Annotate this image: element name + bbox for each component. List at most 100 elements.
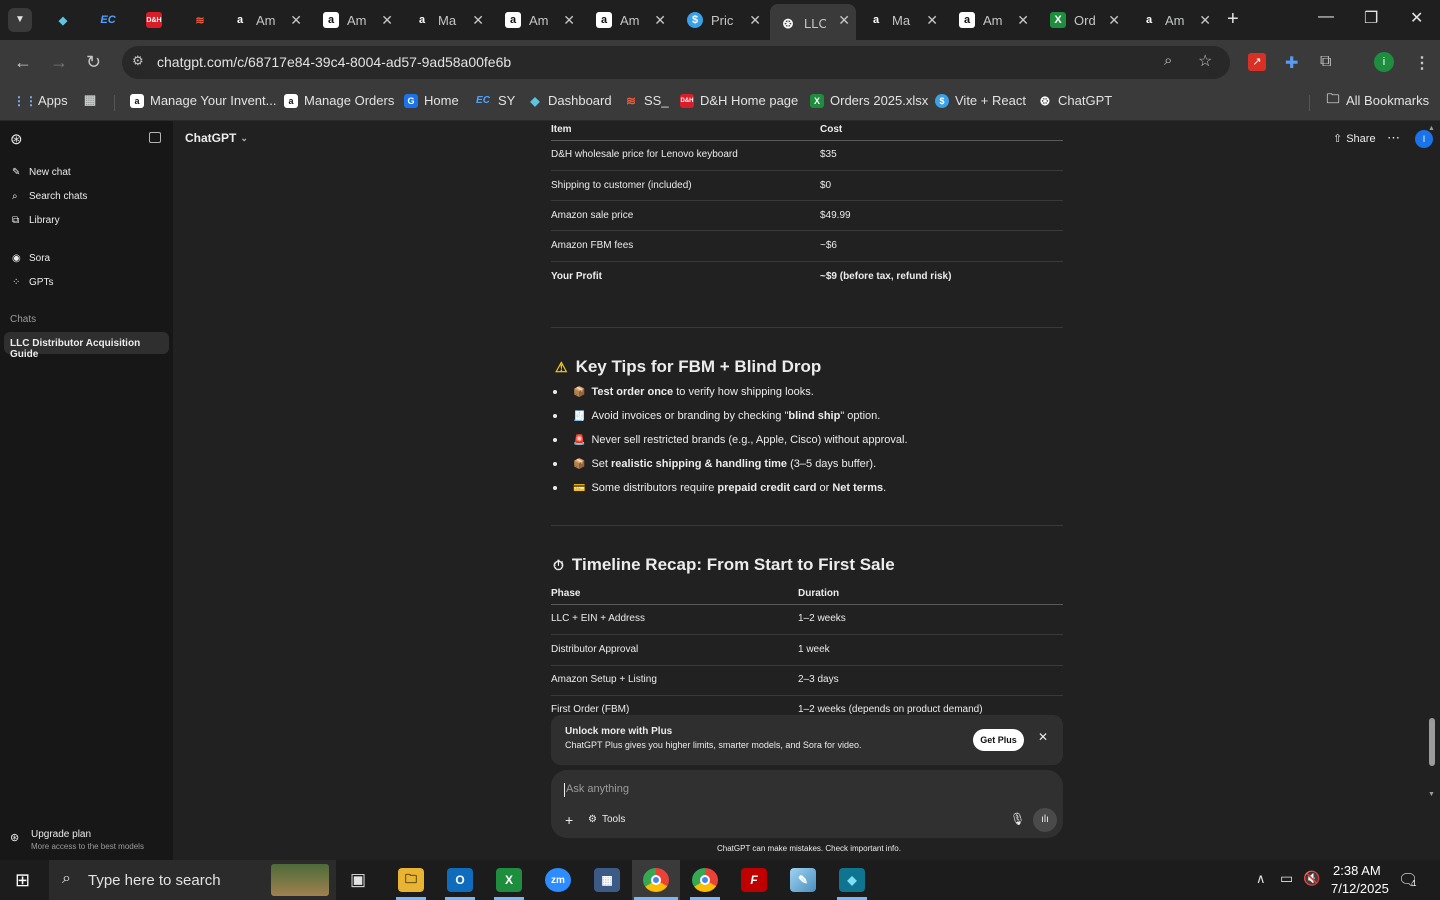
tab-pricing[interactable]: $ Pric ✕ [677, 6, 767, 34]
all-bookmarks[interactable]: 🗀 All Bookmarks [1326, 91, 1429, 109]
model-selector[interactable]: ChatGPT ⌄ [185, 131, 248, 145]
library-button[interactable]: ⧉ Library [12, 215, 60, 226]
site-info-icon[interactable]: ⚙ [132, 53, 144, 69]
filezilla-icon[interactable]: F [741, 868, 767, 892]
bookmark-home[interactable]: G Home [404, 93, 459, 108]
forward-button[interactable]: → [50, 52, 68, 73]
dollar-icon: $ [935, 93, 949, 108]
tab-amazon-3[interactable]: a Ma ✕ [404, 6, 490, 34]
chat-list-item-active[interactable]: LLC Distributor Acquisition Guide [4, 332, 169, 360]
bookmark-vite-react[interactable]: $ Vite + React [935, 93, 1026, 108]
tab-stack[interactable]: ≋ [182, 6, 220, 34]
tab-amazon-5[interactable]: a Am ✕ [586, 6, 672, 34]
tab-chatgpt-active[interactable]: ⊛ LLC ✕ [770, 4, 856, 40]
tab-amazon-7[interactable]: a Am ✕ [949, 6, 1035, 34]
tab-amazon-2[interactable]: a Am ✕ [313, 6, 399, 34]
tab-ec[interactable]: EC [90, 6, 128, 34]
network-icon[interactable]: ▭ [1280, 870, 1293, 887]
add-attachment-icon[interactable]: + [565, 812, 573, 828]
tab-amazon-8[interactable]: a Am ✕ [1131, 6, 1217, 34]
reload-button[interactable]: ↻ [86, 52, 101, 73]
close-tab-icon[interactable]: ✕ [290, 12, 302, 29]
more-options-icon[interactable]: ⋯ [1387, 130, 1400, 146]
back-button[interactable]: ← [14, 52, 32, 73]
bookmark-chatgpt[interactable]: ⊛ ChatGPT [1038, 93, 1113, 109]
scrollbar-track[interactable]: ▲ ▼ [1427, 125, 1437, 805]
taskbar-search[interactable]: ⌕ Type here to search [49, 860, 336, 900]
extension-blue-icon[interactable]: ✚ [1285, 53, 1298, 73]
tab-amazon-4[interactable]: a Am ✕ [495, 6, 581, 34]
bookmark-dh-home[interactable]: D&H D&H Home page [680, 93, 798, 108]
close-tab-icon[interactable]: ✕ [472, 12, 484, 29]
tab-dh[interactable]: D&H [136, 6, 174, 34]
get-plus-button[interactable]: Get Plus [973, 729, 1024, 751]
scrollbar-thumb[interactable] [1429, 718, 1435, 766]
chrome-icon[interactable] [643, 868, 669, 892]
cursor-app-icon[interactable]: ◆ [839, 868, 865, 892]
tab-amazon-1[interactable]: a Am ✕ [222, 6, 308, 34]
clock-time[interactable]: 2:38 AM [1333, 863, 1381, 878]
tab-excel-orders[interactable]: X Ord ✕ [1040, 6, 1126, 34]
restore-button[interactable]: ❐ [1364, 8, 1378, 28]
notepad-icon[interactable]: ✎ [790, 868, 816, 892]
close-tab-icon[interactable]: ✕ [1199, 12, 1211, 29]
bookmark-manage-orders[interactable]: a Manage Orders [284, 93, 394, 108]
extensions-puzzle-icon[interactable]: ⧉ [1320, 53, 1331, 71]
close-tab-icon[interactable]: ✕ [563, 12, 575, 29]
bookmark-sy[interactable]: EC SY [474, 93, 515, 108]
show-hidden-icons[interactable]: ∧ [1256, 871, 1266, 887]
bookmark-orders-xlsx[interactable]: X Orders 2025.xlsx [810, 93, 928, 108]
new-chat-button[interactable]: ✎ New chat [12, 167, 71, 178]
gpts-button[interactable]: ⁘ GPTs [12, 277, 53, 288]
openai-logo-icon[interactable]: ⊛ [10, 130, 23, 148]
close-tab-icon[interactable]: ✕ [749, 12, 761, 29]
minimize-button[interactable]: — [1318, 8, 1334, 26]
bookmark-dashboard[interactable]: ◆ Dashboard [528, 93, 611, 108]
windows-start-icon[interactable]: ⊞ [15, 870, 30, 891]
scroll-up-arrow[interactable]: ▲ [1428, 125, 1435, 132]
close-tab-icon[interactable]: ✕ [381, 12, 393, 29]
upgrade-plan-button[interactable]: ⊛ Upgrade plan More access to the best m… [10, 828, 170, 854]
new-tab-button[interactable]: + [1227, 8, 1239, 31]
bookmark-star-icon[interactable]: ☆ [1198, 51, 1212, 71]
tab-feather[interactable]: ◆ [45, 6, 83, 34]
profile-avatar[interactable]: i [1374, 52, 1394, 72]
scroll-down-arrow[interactable]: ▼ [1428, 791, 1435, 798]
close-tab-icon[interactable]: ✕ [926, 12, 938, 29]
close-tab-icon[interactable]: ✕ [654, 12, 666, 29]
close-tab-icon[interactable]: ✕ [1108, 12, 1120, 29]
voice-mode-button[interactable]: ılı [1033, 808, 1057, 832]
bookmark-apps[interactable]: ⋮⋮ Apps [13, 93, 68, 108]
zoom-icon[interactable]: ⌕ [1164, 52, 1172, 69]
close-tab-icon[interactable]: ✕ [1017, 12, 1029, 29]
extension-red-icon[interactable]: ↗ [1248, 53, 1266, 71]
tab-amazon-6[interactable]: a Ma ✕ [858, 6, 944, 34]
address-bar[interactable]: ⚙ chatgpt.com/c/68717e84-39c4-8004-ad57-… [122, 46, 1230, 79]
url-text[interactable]: chatgpt.com/c/68717e84-39c4-8004-ad57-9a… [157, 54, 511, 70]
bookmark-grid[interactable]: ▦ [83, 92, 103, 107]
sora-button[interactable]: ◉ Sora [12, 253, 50, 264]
close-tab-icon[interactable]: ✕ [838, 12, 850, 29]
file-explorer-icon[interactable]: 🗀 [398, 868, 424, 892]
bookmark-ss[interactable]: ≋ SS_ [624, 93, 669, 108]
tab-search-button[interactable]: ▼ [8, 8, 32, 32]
zoom-app-icon[interactable]: zm [545, 868, 571, 892]
table-divider [551, 170, 1063, 171]
clock-date[interactable]: 7/12/2025 [1331, 881, 1389, 896]
search-chats-button[interactable]: ⌕ Search chats [12, 191, 87, 202]
tools-button[interactable]: ⚙ Tools [588, 814, 625, 825]
calculator-icon[interactable]: ▦ [594, 868, 620, 892]
close-window-button[interactable]: ✕ [1410, 8, 1423, 28]
share-button[interactable]: ⇧ Share [1333, 132, 1376, 146]
excel-icon[interactable]: X [496, 868, 522, 892]
close-icon[interactable]: ✕ [1038, 730, 1048, 744]
chrome-menu-icon[interactable]: ⋮ [1414, 53, 1430, 73]
outlook-icon[interactable]: O [447, 868, 473, 892]
chrome-profile-icon[interactable] [692, 868, 718, 892]
bookmark-manage-inventory[interactable]: a Manage Your Invent... [130, 93, 276, 108]
task-view-icon[interactable]: ▣ [350, 870, 366, 890]
microphone-icon[interactable]: 🎙 [1010, 812, 1025, 826]
close-sidebar-icon[interactable] [149, 132, 161, 143]
prompt-input[interactable]: Ask anything [566, 783, 996, 799]
volume-muted-icon[interactable]: 🔇 [1303, 870, 1320, 887]
